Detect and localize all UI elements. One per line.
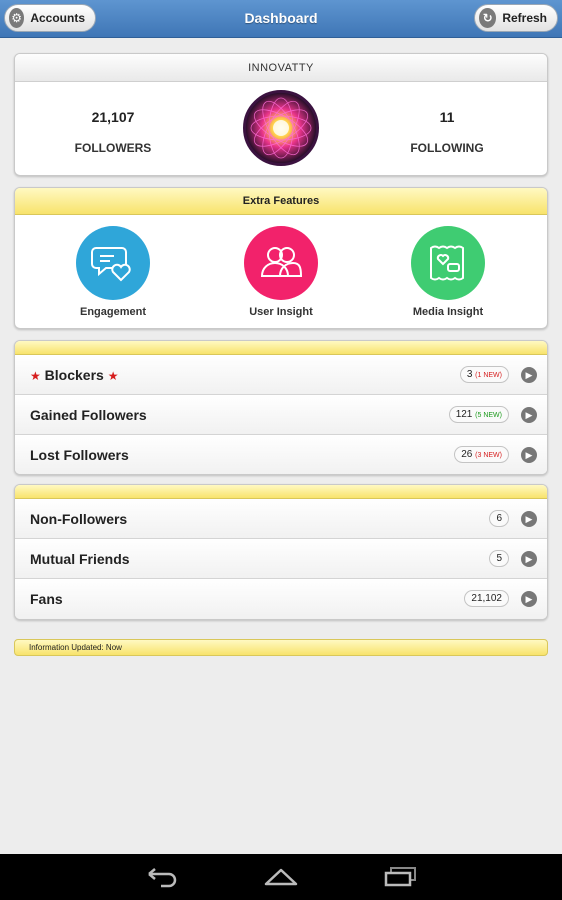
count-badge: 6	[489, 510, 509, 527]
user-insight-feature[interactable]: User Insight	[211, 226, 351, 318]
following-count: 11	[439, 109, 455, 125]
list-item-label: Fans	[30, 591, 63, 607]
engagement-label: Engagement	[79, 306, 146, 318]
chevron-right-icon[interactable]: ▶	[521, 551, 537, 567]
followers-list-card: ★ Blockers ★ 3 (1 NEW) ▶ Gained Follower…	[14, 340, 548, 475]
list-item-non-followers[interactable]: Non-Followers 6 ▶	[15, 499, 547, 539]
media-insight-feature[interactable]: Media Insight	[378, 226, 518, 318]
chevron-right-icon[interactable]: ▶	[521, 407, 537, 423]
media-insight-icon	[411, 226, 485, 300]
followers-label: FOLLOWERS	[74, 141, 152, 155]
refresh-icon: ↻	[479, 8, 497, 28]
refresh-button[interactable]: ↻ Refresh	[474, 4, 558, 32]
following-stat[interactable]: 11 FOLLOWING	[357, 82, 537, 155]
list-item-label: Mutual Friends	[30, 551, 130, 567]
list-item-label: Non-Followers	[30, 511, 128, 527]
list-item-blockers[interactable]: ★ Blockers ★ 3 (1 NEW) ▶	[15, 355, 547, 395]
user-insight-icon	[244, 226, 318, 300]
extra-features-header: Extra Features	[15, 188, 547, 215]
count-badge: 121 (5 NEW)	[448, 406, 509, 423]
followers-stat[interactable]: 21,107 FOLLOWERS	[23, 82, 203, 155]
user-insight-label: User Insight	[249, 306, 313, 318]
star-icon: ★	[30, 369, 41, 383]
count-badge: 3 (1 NEW)	[459, 366, 509, 383]
profile-username: INNOVATTY	[15, 54, 547, 82]
chevron-right-icon[interactable]: ▶	[521, 511, 537, 527]
list-item-label: ★ Blockers ★	[30, 367, 119, 383]
count-badge: 26 (3 NEW)	[454, 446, 509, 463]
count-badge: 5	[489, 550, 509, 567]
list-item-label: Lost Followers	[30, 447, 129, 463]
list-header-strip	[15, 341, 547, 355]
count-badge: 21,102	[464, 590, 509, 607]
chevron-right-icon[interactable]: ▶	[521, 591, 537, 607]
chevron-right-icon[interactable]: ▶	[521, 367, 537, 383]
extra-features-card: Extra Features Engagement User Insight M…	[14, 187, 548, 329]
list-item-label: Gained Followers	[30, 407, 147, 423]
list-item-fans[interactable]: Fans 21,102 ▶	[15, 579, 547, 619]
system-nav-bar	[0, 854, 562, 900]
list-item-lost-followers[interactable]: Lost Followers 26 (3 NEW) ▶	[15, 435, 547, 474]
status-bar: Information Updated: Now	[14, 639, 548, 656]
following-label: FOLLOWING	[410, 141, 484, 155]
refresh-label: Refresh	[502, 11, 547, 25]
relationships-list-card: Non-Followers 6 ▶ Mutual Friends 5 ▶ Fan…	[14, 484, 548, 620]
back-icon[interactable]	[145, 866, 179, 888]
list-item-mutual-friends[interactable]: Mutual Friends 5 ▶	[15, 539, 547, 579]
star-icon: ★	[107, 369, 119, 383]
list-header-strip	[15, 485, 547, 499]
followers-count: 21,107	[91, 109, 135, 125]
profile-card: INNOVATTY 21,107 FOLLOWERS 11 FOLLOWING	[14, 53, 548, 176]
avatar[interactable]	[243, 90, 319, 166]
chevron-right-icon[interactable]: ▶	[521, 447, 537, 463]
recent-apps-icon[interactable]	[383, 866, 419, 888]
engagement-icon	[76, 226, 150, 300]
avatar-image	[246, 93, 316, 163]
action-bar: ⚙ Accounts Dashboard ↻ Refresh	[0, 0, 562, 38]
list-item-gained-followers[interactable]: Gained Followers 121 (5 NEW) ▶	[15, 395, 547, 435]
engagement-feature[interactable]: Engagement	[43, 226, 183, 318]
home-icon[interactable]	[263, 866, 299, 888]
media-insight-label: Media Insight	[412, 306, 484, 318]
